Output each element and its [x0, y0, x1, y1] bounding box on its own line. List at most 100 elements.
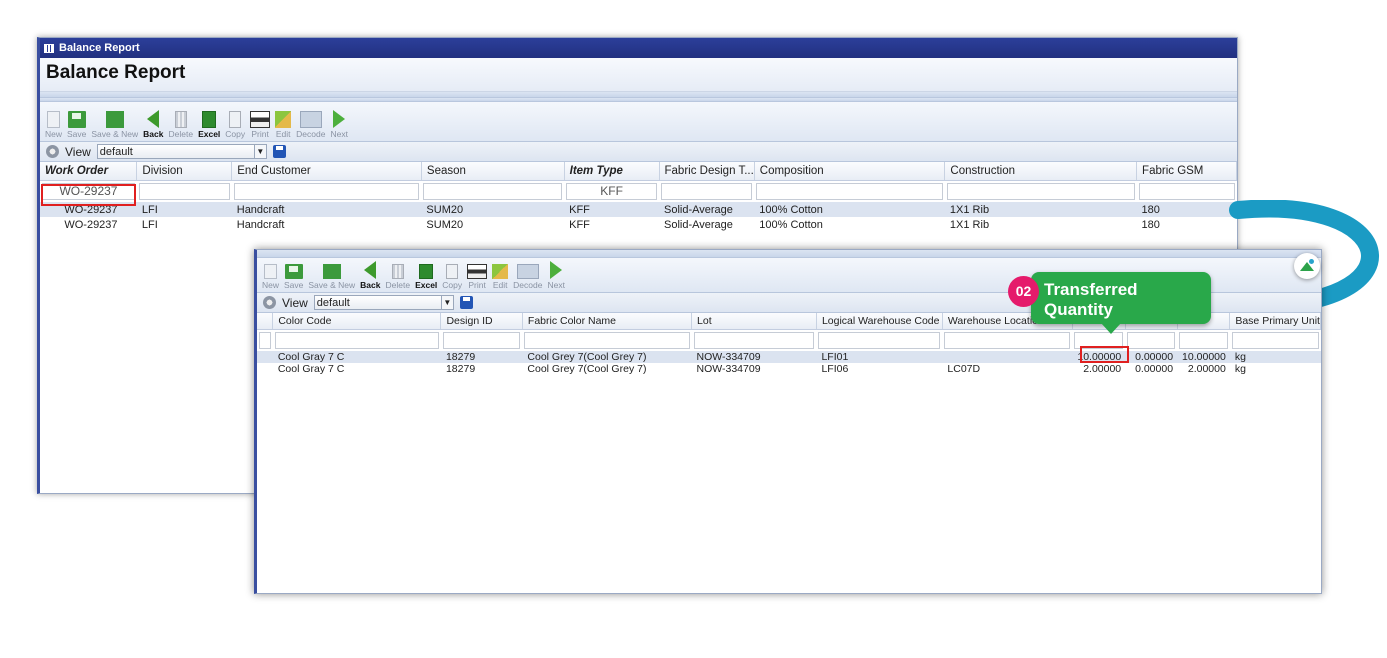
column-header[interactable]: Item Type: [564, 162, 660, 181]
column-header[interactable]: End Customer: [231, 162, 422, 181]
next-arrow-icon: [550, 261, 563, 279]
decode-icon: [299, 111, 322, 128]
toolbar-button-delete[interactable]: Delete: [168, 111, 194, 139]
row-selector[interactable]: [257, 363, 273, 375]
table-cell: Cool Grey 7(Cool Grey 7): [527, 362, 647, 375]
table-row[interactable]: WO-29237 LFI Handcraft SUM20 KFF Solid-Averag…: [40, 217, 1237, 232]
toolbar-button-save-new[interactable]: Save & New: [91, 111, 138, 139]
column-filter-input[interactable]: [259, 331, 271, 349]
column-header[interactable]: Color Code: [272, 313, 442, 330]
table-cell: KFF: [569, 218, 590, 231]
column-header[interactable]: Logical Warehouse Code: [816, 313, 943, 330]
toolbar-button-label: New: [45, 129, 63, 139]
toolbar-button-label: Delete: [168, 129, 194, 139]
toolbar-button-new[interactable]: New: [45, 111, 62, 139]
toolbar-button-decode[interactable]: Decode: [513, 264, 542, 290]
column-header[interactable]: Design ID: [440, 313, 523, 330]
toolbar-button-excel[interactable]: Excel: [415, 264, 437, 290]
save-view-icon[interactable]: [459, 296, 473, 309]
table-cell: LFI: [136, 202, 232, 217]
chevron-down-icon[interactable]: ▼: [440, 296, 453, 309]
column-filter-input[interactable]: [1138, 182, 1235, 200]
column-header[interactable]: Lot: [691, 313, 817, 330]
toolbar-button-label: New: [262, 280, 280, 290]
new-document-icon: [47, 111, 60, 128]
column-filter-input[interactable]: [661, 182, 753, 200]
table-cell: Handcraft: [236, 218, 285, 231]
column-filter-input[interactable]: [1127, 331, 1176, 349]
toolbar-button-back[interactable]: Back: [360, 261, 381, 290]
column-header[interactable]: Fabric GSM: [1136, 162, 1237, 181]
view-select[interactable]: default ▼: [96, 144, 267, 159]
column-filter-input[interactable]: [524, 331, 690, 349]
gear-icon[interactable]: [46, 145, 59, 158]
table-cell: NOW-334709: [691, 350, 817, 363]
transferred-quantity-highlight: [1080, 346, 1129, 363]
table-cell: [942, 350, 1073, 363]
toolbar-button-edit[interactable]: Edit: [275, 111, 292, 139]
image-icon[interactable]: [1294, 253, 1320, 279]
toolbar-button-decode[interactable]: Decode: [296, 111, 325, 139]
column-filter-input[interactable]: [274, 331, 439, 349]
toolbar-button-label: Back: [143, 129, 164, 139]
toolbar-button-save[interactable]: Save: [284, 264, 303, 290]
next-arrow-icon: [333, 110, 346, 128]
gear-icon[interactable]: [263, 296, 276, 309]
toolbar-button-next[interactable]: Next: [547, 261, 565, 290]
column-filter-input[interactable]: [442, 331, 521, 349]
view-select[interactable]: default ▼: [313, 295, 454, 310]
filter-cell: [441, 329, 522, 351]
toolbar-button-edit[interactable]: Edit: [492, 264, 509, 290]
column-header[interactable]: Division: [136, 162, 233, 181]
toolbar-button-label: Save & New: [308, 280, 356, 290]
toolbar-button-save-new[interactable]: Save & New: [308, 264, 355, 290]
column-filter-input[interactable]: [818, 331, 941, 349]
column-filter-input[interactable]: [233, 182, 420, 200]
filter-cell: [945, 180, 1137, 202]
column-header[interactable]: Construction: [944, 162, 1138, 181]
row-selector[interactable]: [257, 350, 273, 363]
table-cell: 0.00000: [1135, 362, 1174, 375]
toolbar-button-print[interactable]: Print: [467, 264, 488, 290]
filter-cell: [522, 329, 691, 351]
table-row[interactable]: WO-29237 LFI Handcraft SUM20 KFF Solid-Averag…: [40, 202, 1237, 217]
toolbar-button-print[interactable]: Print: [250, 111, 271, 139]
table-cell: Cool Gray 7 C: [272, 350, 441, 363]
toolbar-button-label: Print: [468, 280, 486, 290]
column-header[interactable]: Composition: [754, 162, 946, 181]
column-header[interactable]: Season: [421, 162, 565, 181]
column-header[interactable]: Work Order: [40, 162, 138, 181]
column-header[interactable]: Fabric Design T...: [659, 162, 755, 181]
column-filter-input[interactable]: [944, 331, 1071, 349]
column-filter-input[interactable]: [693, 331, 815, 349]
filter-cell: [692, 329, 817, 351]
column-filter-input[interactable]: KFF: [566, 182, 658, 200]
toolbar-button-delete[interactable]: Delete: [386, 264, 410, 290]
toolbar-button-save[interactable]: Save: [67, 111, 86, 139]
column-header[interactable]: Base Primary Unit: [1229, 313, 1321, 330]
table-row[interactable]: Cool Gray 7 C 18279 Cool Grey 7(Cool Grey …: [257, 350, 1321, 363]
table-cell: 0.00000: [1125, 350, 1178, 363]
toolbar-button-copy[interactable]: Copy: [442, 264, 462, 290]
toolbar-button-back[interactable]: Back: [143, 110, 164, 139]
toolbar-button-label: Excel: [198, 129, 221, 139]
copy-icon: [229, 111, 242, 128]
column-filter-input[interactable]: [138, 182, 230, 200]
column-header[interactable]: Fabric Color Name: [522, 313, 693, 330]
table-row[interactable]: Cool Gray 7 C 18279 Cool Grey 7(Cool Grey …: [257, 363, 1321, 375]
column-filter-input[interactable]: [1179, 331, 1228, 349]
toolbar-button-new[interactable]: New: [262, 264, 279, 290]
column-filter-input[interactable]: [1231, 331, 1319, 349]
column-filter-input[interactable]: [756, 182, 943, 200]
chevron-down-icon[interactable]: ▼: [253, 145, 266, 158]
toolbar-button-label: Excel: [415, 280, 438, 290]
toolbar-button-excel[interactable]: Excel: [198, 111, 220, 139]
filter-cell: [421, 180, 564, 202]
save-view-icon[interactable]: [272, 145, 286, 158]
column-filter-input[interactable]: [946, 182, 1135, 200]
toolbar-button-next[interactable]: Next: [330, 110, 348, 139]
toolbar-button-copy[interactable]: Copy: [225, 111, 245, 139]
column-filter-input[interactable]: [423, 182, 563, 200]
step-badge: 02: [1008, 276, 1039, 307]
edit-icon: [275, 111, 292, 128]
